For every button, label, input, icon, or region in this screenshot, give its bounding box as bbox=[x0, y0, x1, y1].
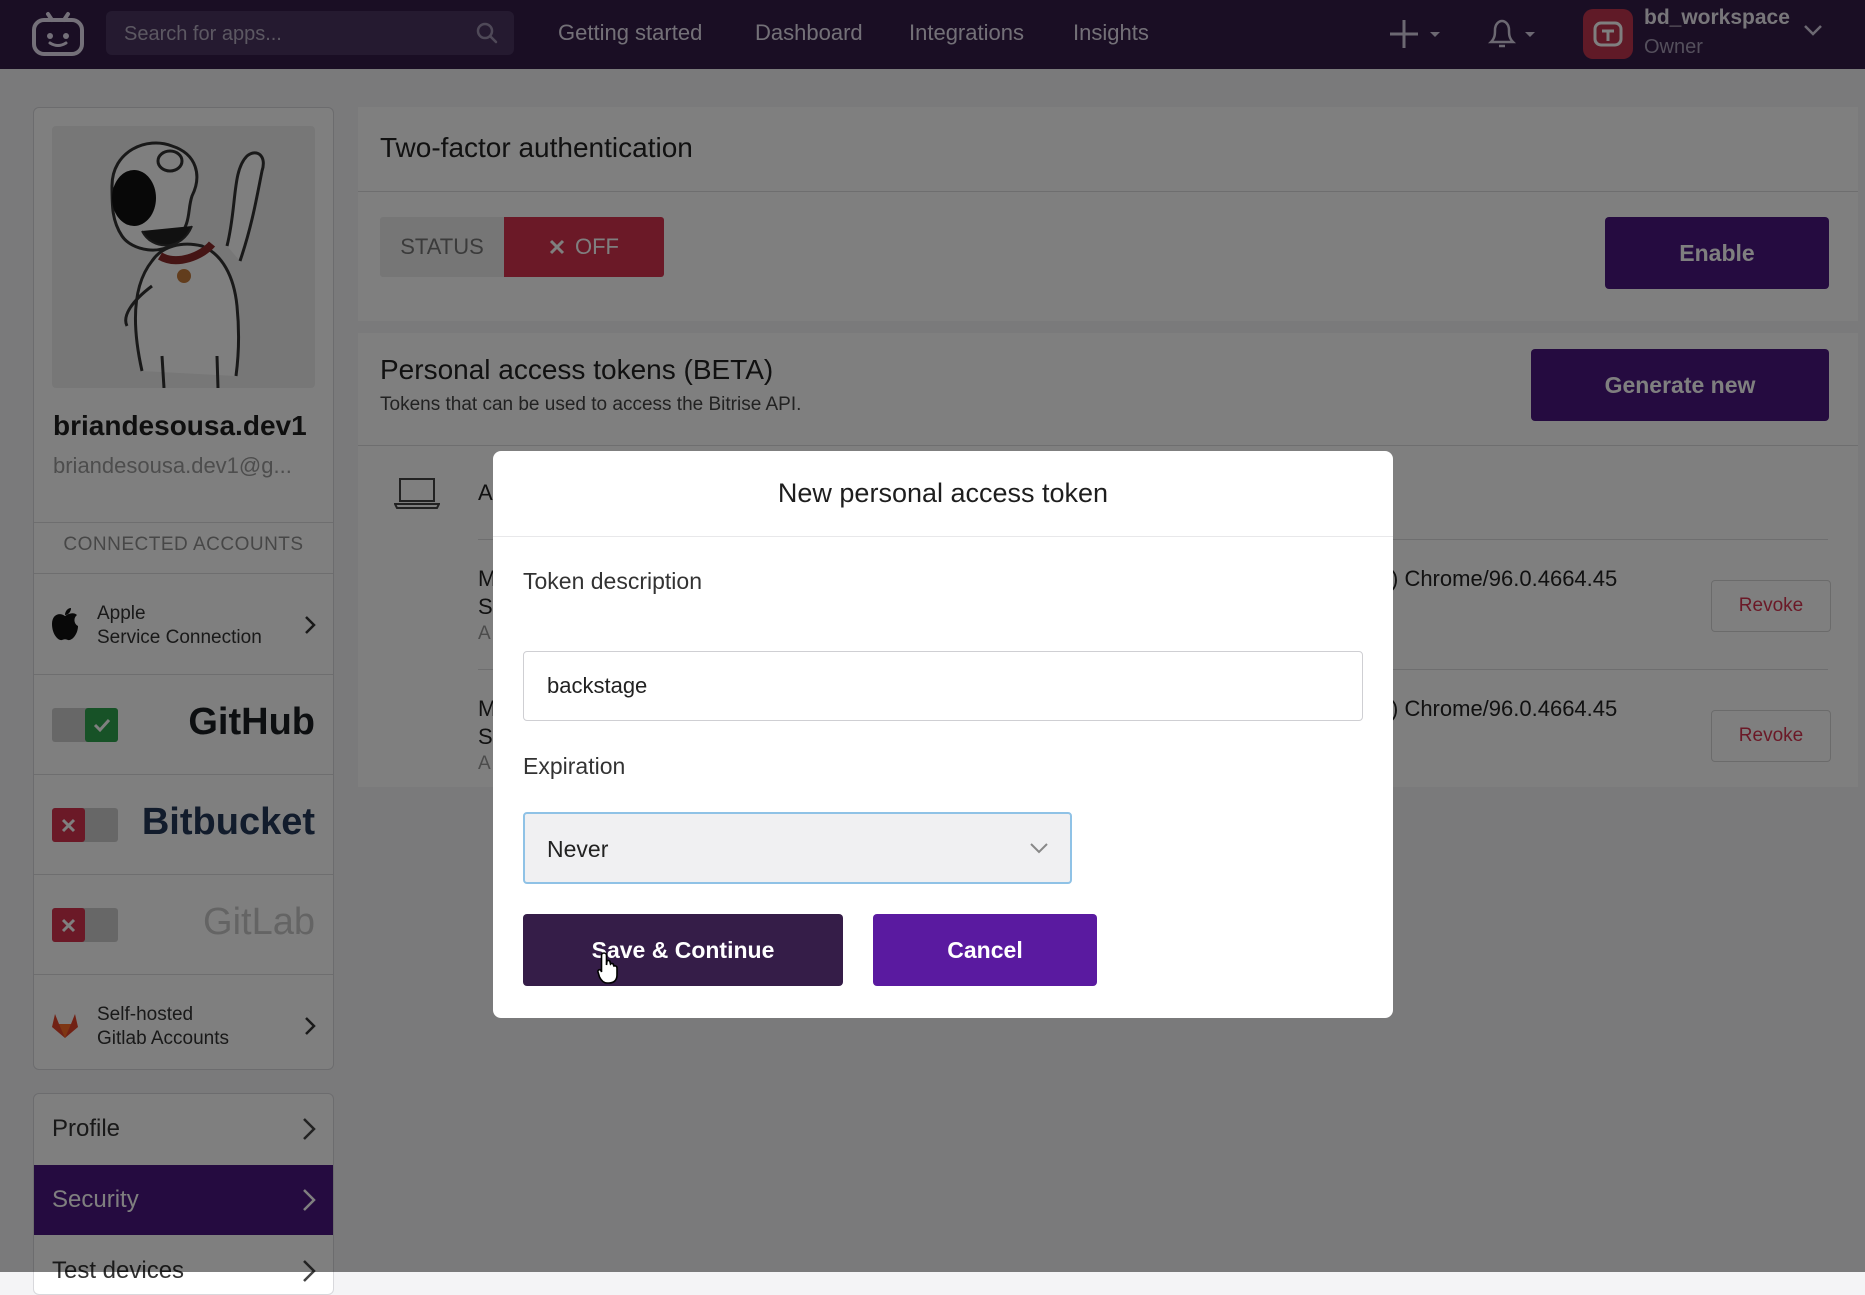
cancel-button[interactable]: Cancel bbox=[873, 914, 1097, 986]
expiration-label: Expiration bbox=[523, 753, 626, 779]
expiration-select[interactable]: Never bbox=[523, 812, 1072, 884]
hand-cursor-icon bbox=[597, 952, 618, 984]
token-description-label: Token description bbox=[523, 568, 702, 594]
chevron-down-icon bbox=[1030, 843, 1048, 854]
expiration-value: Never bbox=[547, 836, 609, 862]
token-description-input[interactable] bbox=[523, 651, 1363, 721]
new-token-dialog: New personal access token Token descript… bbox=[493, 451, 1393, 1018]
save-continue-button[interactable]: Save & Continue bbox=[523, 914, 843, 986]
dialog-title: New personal access token bbox=[493, 451, 1393, 537]
